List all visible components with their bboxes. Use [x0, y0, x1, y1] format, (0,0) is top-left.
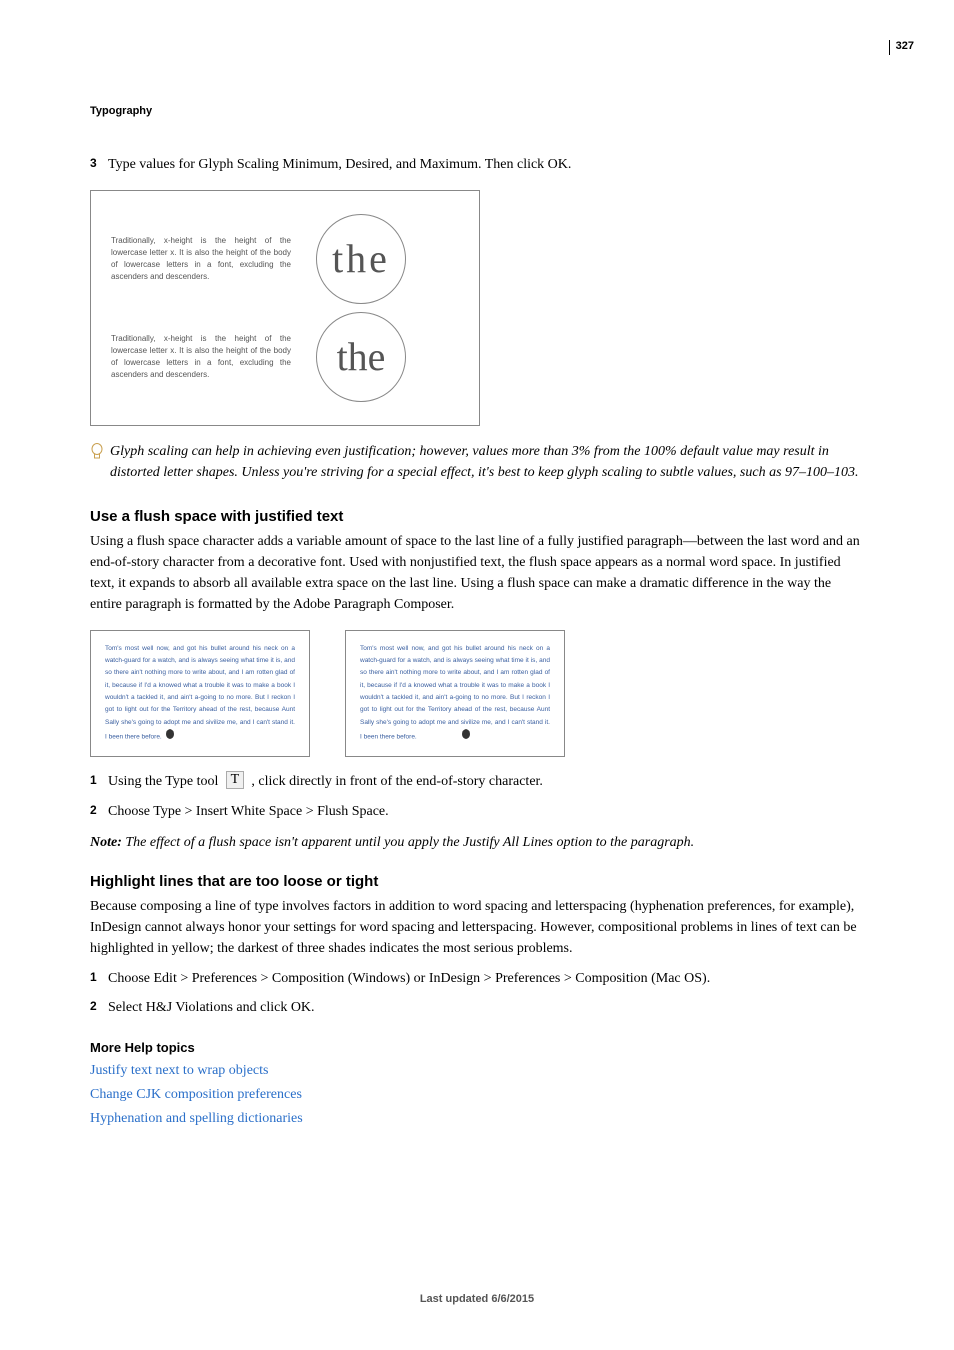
footer-last-updated: Last updated 6/6/2015 — [0, 1293, 954, 1305]
figure-row-normal: Traditionally, x-height is the height of… — [111, 312, 459, 402]
section-heading-highlight: Highlight lines that are too loose or ti… — [90, 873, 865, 890]
example-column-left: Tom's most well now, and got his bullet … — [90, 630, 310, 758]
step-2-insert-flush: 2 Choose Type > Insert White Space > Flu… — [90, 802, 865, 822]
note-flush-space: Note: The effect of a flush space isn't … — [90, 832, 865, 853]
column-text: Tom's most well now, and got his bullet … — [360, 645, 550, 741]
step-text: Type values for Glyph Scaling Minimum, D… — [108, 155, 865, 175]
page-content: 3 Type values for Glyph Scaling Minimum,… — [90, 155, 865, 1135]
note-label: Note: — [90, 835, 122, 850]
step-text: Choose Edit > Preferences > Composition … — [108, 969, 865, 989]
glyph-scaling-figure: Traditionally, x-height is the height of… — [90, 190, 480, 426]
figure-text-normal: Traditionally, x-height is the height of… — [111, 333, 291, 381]
flush-space-paragraph: Using a flush space character adds a var… — [90, 531, 865, 615]
step-number: 3 — [90, 155, 108, 175]
column-text: Tom's most well now, and got his bullet … — [105, 645, 295, 741]
figure-row-wide: Traditionally, x-height is the height of… — [111, 214, 459, 304]
step-number: 2 — [90, 998, 108, 1018]
figure-text-content: Traditionally, x-height is the height of… — [111, 236, 291, 281]
link-justify-wrap[interactable]: Justify text next to wrap objects — [90, 1063, 865, 1079]
end-of-story-glyph-icon — [165, 729, 175, 744]
step-1-type-tool: 1 Using the Type tool T , click directly… — [90, 772, 865, 792]
figure-text-wide: Traditionally, x-height is the height of… — [111, 235, 291, 283]
tip-note: Glyph scaling can help in achieving even… — [90, 441, 865, 483]
flush-space-example-figure: Tom's most well now, and got his bullet … — [90, 630, 865, 758]
link-cjk-prefs[interactable]: Change CJK composition preferences — [90, 1087, 865, 1103]
highlight-paragraph: Because composing a line of type involve… — [90, 896, 865, 959]
end-of-story-glyph-icon — [461, 729, 471, 744]
step-text-pre: Using the Type tool — [108, 774, 222, 789]
tip-text: Glyph scaling can help in achieving even… — [110, 441, 865, 483]
page-number: 327 — [889, 40, 914, 55]
step-number: 1 — [90, 969, 108, 989]
step-number: 2 — [90, 802, 108, 822]
circle-the-normal: the — [316, 312, 406, 402]
section-heading-flush-space: Use a flush space with justified text — [90, 508, 865, 525]
step-text: Choose Type > Insert White Space > Flush… — [108, 802, 865, 822]
step-text: Using the Type tool T , click directly i… — [108, 772, 865, 792]
link-hyphenation-dict[interactable]: Hyphenation and spelling dictionaries — [90, 1111, 865, 1127]
note-body: The effect of a flush space isn't appare… — [122, 835, 694, 850]
figure-text-content: Traditionally, x-height is the height of… — [111, 334, 291, 379]
step-text-post: , click directly in front of the end-of-… — [251, 774, 543, 789]
step-number: 1 — [90, 772, 108, 792]
header-topic: Typography — [90, 105, 152, 117]
example-column-right: Tom's most well now, and got his bullet … — [345, 630, 565, 758]
more-help-heading: More Help topics — [90, 1040, 865, 1055]
step-1-composition-prefs: 1 Choose Edit > Preferences > Compositio… — [90, 969, 865, 989]
circle-the-wide: the — [316, 214, 406, 304]
step-3: 3 Type values for Glyph Scaling Minimum,… — [90, 155, 865, 175]
step-text: Select H&J Violations and click OK. — [108, 998, 865, 1018]
type-tool-icon: T — [226, 771, 244, 789]
step-2-hj-violations: 2 Select H&J Violations and click OK. — [90, 998, 865, 1018]
lightbulb-icon — [90, 443, 110, 485]
